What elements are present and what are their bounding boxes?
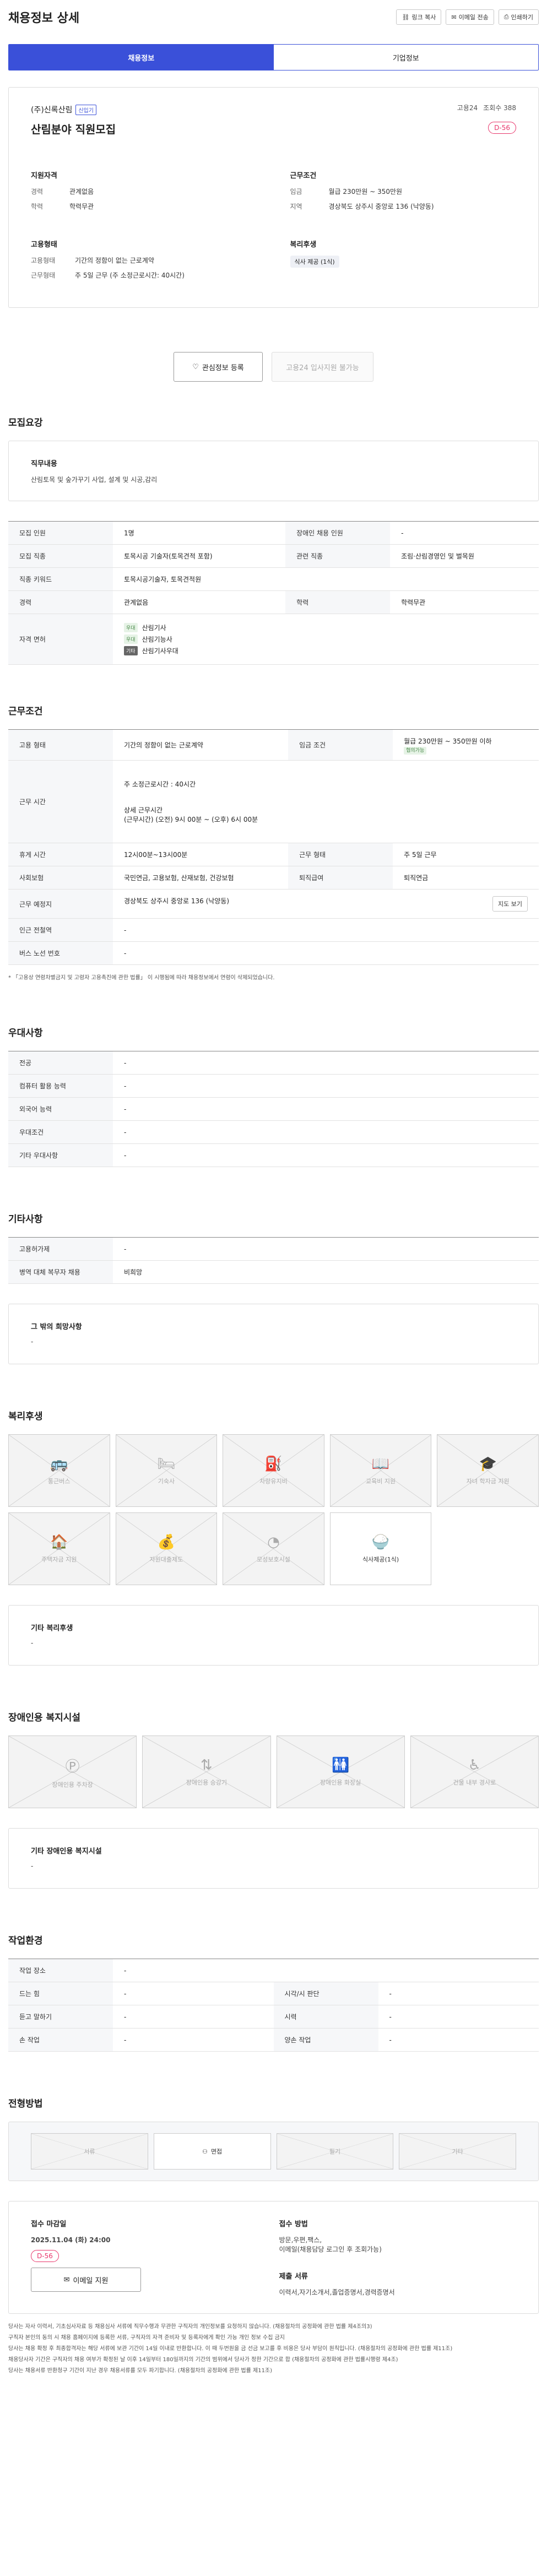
conditions: 근무조건 임금 월급 230만원 ~ 350만원 지역 경상북도 상주시 중앙로 1… (290, 172, 434, 210)
ramp-icon: ♿ (468, 1757, 481, 1774)
views-count: 조회수 388 (483, 104, 516, 112)
facility-item: Ⓟ 장애인용 주차장 (8, 1736, 137, 1808)
facility-item: 🚻 장애인용 화장실 (276, 1736, 405, 1808)
work-heading: 근무조건 (8, 706, 43, 717)
disabled-grid: Ⓟ 장애인용 주차장 ⇅ 장애인용 승강기 🚻 장애인용 화장실 ♿ 건물 내부 경사로 (8, 1736, 539, 1808)
header: 채용정보 상세 ⛓ 링크 복사 ✉ 이메일 전송 ⎙ 인쇄하기 (8, 0, 539, 34)
benefits-grid: 🚌 통근버스 🛏 기숙사 ⛽ 차량유지비 📖 교육비 지원 🎓 자녀 학자금 지원 🏠 주택… (8, 1434, 539, 1585)
env-heading: 작업환경 (8, 1935, 43, 1946)
qualification: 지원자격 경력 관계없음 학력 학력무관 (31, 172, 94, 210)
print-button[interactable]: ⎙ 인쇄하기 (498, 9, 539, 25)
age-note: * 「고용상 연령차별금지 및 고령자 고용촉진에 관한 법률」 이 시행됨에 … (8, 975, 275, 981)
method-box: 서류 ⚇ 면접 필기 기타 (8, 2122, 539, 2181)
heart-icon: ♡ (192, 362, 199, 371)
recruit-table: 모집 인원 1명 장애인 채용 인원 - 모집 직종 토목시공 기술자(토목견적 포함)… (8, 521, 539, 665)
tab-company[interactable]: 기업정보 (274, 45, 539, 70)
apply-button[interactable]: 고용24 입사지원 불가능 (272, 352, 373, 382)
disabled-heading: 장애인용 복지시설 (8, 1712, 81, 1723)
env-table: 작업 장소 - 드는 힘 - 시각/시 판단 - 듣고 말하기 - 시력 - 손 작업 - 양손 … (8, 1959, 539, 2052)
benefit-item: 📖 교육비 지원 (329, 1434, 432, 1507)
fuel-icon: ⛽ (264, 1456, 283, 1472)
benefit-item: 🎓 자녀 학자금 지원 (437, 1434, 539, 1507)
link-icon: ⛓ (402, 13, 410, 21)
legal-notes: 당사는 자사 이력서, 기초심사자료 등 채용심사 서류에 직무수행과 무관한 … (8, 2324, 453, 2374)
benefit-item: 🛏 기숙사 (115, 1434, 218, 1507)
summary-card: (주)신록산림 신입기 고용24 조회수 388 D-56 산림분야 직원모집 지원… (8, 87, 539, 308)
other-facility-box: 기타 장애인용 복지시설 - (8, 1828, 539, 1889)
benefit-item: 🚌 통근버스 (8, 1434, 110, 1507)
page-title: 채용정보 상세 (8, 12, 80, 25)
employment: 고용형태 고용형태 기간의 정함이 없는 근로계약 근무형태 주 5일 근무 (주 … (31, 241, 185, 279)
welfare-summary: 복리후생 식사 제공 (1식) (290, 238, 517, 285)
facility-item: ♿ 건물 내부 경사로 (410, 1736, 539, 1808)
money-icon: 💰 (157, 1534, 176, 1550)
copy-link-button[interactable]: ⛓ 링크 복사 (396, 9, 442, 25)
bed-icon: 🛏 (157, 1456, 176, 1472)
receipt-box: 접수 마감일 2025.11.04 (화) 24:00 D-56 ✉ 이메일 지원… (8, 2201, 539, 2314)
mail-icon: ✉ (63, 2275, 70, 2284)
baby-icon: ◔ (267, 1534, 280, 1550)
tab-bar: 채용정보 기업정보 (8, 44, 539, 70)
meal-icon: 🍚 (371, 1534, 390, 1550)
email-button[interactable]: ✉ 이메일 전송 (446, 9, 494, 25)
pref-heading: 우대사항 (8, 1028, 43, 1039)
company-name: (주)신록산림 (31, 106, 73, 115)
graduation-icon: 🎓 (479, 1456, 497, 1472)
other-wish-box: 그 밖의 희망사항 - (8, 1304, 539, 1364)
method-heading: 전형방법 (8, 2098, 43, 2109)
benefit-item: 🍚 식사제공(1식) (329, 1512, 432, 1585)
etc-heading: 기타사항 (8, 1214, 43, 1225)
benefits-heading: 복리후생 (8, 1411, 43, 1422)
dday-badge: D-56 (488, 122, 516, 134)
benefit-item: ◔ 모성보호시설 (223, 1512, 324, 1585)
method-item: 서류 (31, 2133, 148, 2170)
method-item: 필기 (276, 2133, 394, 2170)
parking-icon: Ⓟ (65, 1758, 80, 1775)
facility-item: ⇅ 장애인용 승강기 (142, 1736, 271, 1808)
bus-icon: 🚌 (50, 1456, 68, 1472)
method-item: 기타 (399, 2133, 516, 2170)
tab-job[interactable]: 채용정보 (9, 45, 274, 70)
tools: ⛓ 링크 복사 ✉ 이메일 전송 ⎙ 인쇄하기 (396, 9, 539, 25)
recruit-heading: 모집요강 (8, 417, 43, 429)
mail-icon: ✉ (451, 13, 457, 21)
other-benefit-box: 기타 복리후생 - (8, 1605, 539, 1666)
job-desc-box: 직무내용 산림토목 및 숲가꾸기 사업, 설계 및 시공,감리 (8, 441, 539, 501)
book-icon: 📖 (371, 1456, 390, 1472)
email-apply-button[interactable]: ✉ 이메일 지원 (31, 2268, 141, 2292)
benefit-item: 🏠 주택자금 지원 (8, 1512, 110, 1585)
work-table: 고용 형태 기간의 정함이 없는 근로계약 임금 조건 월급 230만원 ~ 350만… (8, 729, 539, 965)
print-icon: ⎙ (503, 13, 509, 20)
benefit-item: 💰 자원대출제도 (115, 1512, 218, 1585)
elevator-icon: ⇅ (200, 1757, 213, 1774)
method-item: ⚇ 면접 (153, 2133, 271, 2170)
benefit-item: ⛽ 차량유지비 (223, 1434, 324, 1507)
interest-button[interactable]: ♡ 관심정보 등록 (174, 352, 263, 382)
views-source: 고용24 (457, 104, 478, 112)
job-title: 산림분야 직원모집 (31, 123, 116, 136)
pref-table: 전공 - 컴퓨터 활용 능력 - 외국어 능력 - 우대조건 - 기타 우대사항 - (8, 1051, 539, 1167)
person-icon: ⚇ (202, 2147, 208, 2155)
map-button[interactable]: 지도 보기 (492, 896, 528, 912)
etc-table: 고용허가제 - 병역 대체 복무자 채용 비희망 (8, 1237, 539, 1284)
house-icon: 🏠 (50, 1534, 68, 1550)
restroom-icon: 🚻 (331, 1757, 350, 1774)
company-badge: 신입기 (75, 104, 96, 115)
